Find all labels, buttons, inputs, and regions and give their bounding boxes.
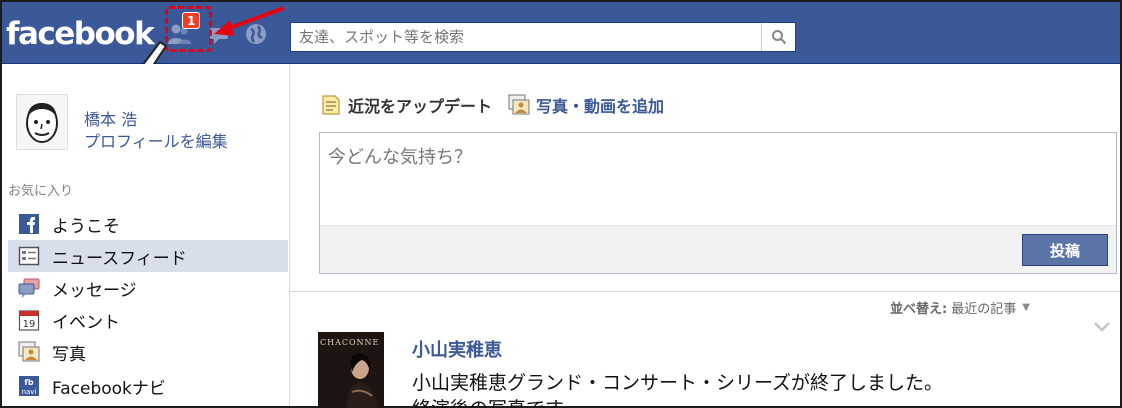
- sidebar-item-events[interactable]: 19 イベント: [8, 304, 288, 336]
- svg-text:fb: fb: [24, 378, 33, 387]
- status-input[interactable]: [320, 133, 1116, 225]
- story-thumbnail[interactable]: CHACONNE: [318, 332, 384, 408]
- tab-status-update[interactable]: 近況をアップデート: [320, 93, 492, 117]
- search-button[interactable]: [761, 23, 795, 51]
- sidebar-item-messages[interactable]: メッセージ: [8, 272, 288, 304]
- story-text-line: 小山実稚恵グランド・コンサート・シリーズが終了しました。: [412, 372, 944, 394]
- svg-text:navi: navi: [22, 388, 37, 396]
- sort-menu[interactable]: 並べ替え: 最近の記事 ▼: [890, 298, 1030, 317]
- search-box: [290, 22, 796, 52]
- edit-profile-link[interactable]: プロフィールを編集: [84, 128, 228, 152]
- story-author-link[interactable]: 小山実稚恵: [412, 336, 502, 362]
- profile-name-link[interactable]: 橋本 浩: [84, 106, 137, 130]
- svg-text:19: 19: [23, 319, 36, 330]
- sidebar-item-news-feed[interactable]: ニュースフィード: [8, 240, 288, 272]
- thumbnail-title: CHACONNE: [320, 338, 380, 347]
- fb-navi-icon: fb navi: [19, 376, 39, 396]
- status-note-icon: [322, 95, 340, 115]
- search-input[interactable]: [291, 23, 761, 51]
- sidebar-item-photos[interactable]: 写真: [8, 336, 288, 368]
- sidebar-item-label: メッセージ: [52, 280, 137, 301]
- composer-footer: 投稿: [320, 225, 1116, 273]
- composer-tabs: 近況をアップデート 写真・動画を追加: [320, 92, 680, 118]
- post-button[interactable]: 投稿: [1022, 234, 1108, 266]
- photos-icon: [18, 341, 40, 362]
- messages-icon: [18, 278, 40, 298]
- photo-video-icon: [508, 94, 530, 115]
- composer-box: 投稿: [319, 132, 1117, 274]
- story-text-line: 終演後の写真です。: [412, 394, 581, 408]
- calendar-icon: 19: [18, 310, 40, 331]
- avatar[interactable]: [16, 94, 68, 150]
- sidebar-item-label: Facebookナビ: [52, 378, 166, 399]
- tab-status-label: 近況をアップデート: [348, 97, 493, 116]
- sidebar-item-welcome[interactable]: ようこそ: [8, 208, 288, 240]
- search-icon: [771, 30, 786, 45]
- red-arrow-annotation: [214, 6, 285, 36]
- tab-add-photo-video[interactable]: 写真・動画を追加: [508, 93, 664, 117]
- sidebar-item-facebook-navi[interactable]: fb navi Facebookナビ: [8, 370, 288, 402]
- sidebar-item-label: ニュースフィード: [52, 248, 187, 269]
- sidebar-item-label: 写真: [52, 344, 86, 365]
- left-column: 橋本 浩 プロフィールを編集 お気に入り ようこそ ニュースフィード メッセージ: [2, 64, 290, 406]
- chevron-down-icon: ▼: [1022, 302, 1030, 313]
- sidebar-item-label: ようこそ: [52, 216, 120, 237]
- favorites-header: お気に入り: [8, 184, 74, 199]
- sort-label: 並べ替え:: [890, 302, 948, 317]
- sort-value: 最近の記事: [951, 302, 1017, 317]
- feed-divider: [290, 291, 1120, 292]
- tab-photo-label: 写真・動画を追加: [536, 97, 665, 116]
- news-feed-icon: [18, 246, 40, 266]
- facebook-f-icon: [19, 214, 39, 234]
- sidebar-item-label: イベント: [52, 312, 120, 333]
- story-options-chevron-icon[interactable]: [1092, 320, 1112, 334]
